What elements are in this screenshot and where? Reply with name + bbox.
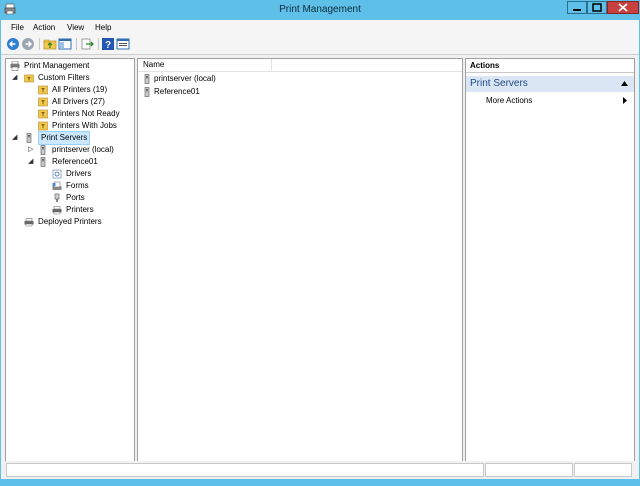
list-item-label: Reference01: [154, 87, 200, 96]
tree-label: Custom Filters: [38, 73, 90, 82]
server-icon: [40, 157, 46, 167]
filter-icon: [38, 109, 48, 119]
menu-file[interactable]: File: [11, 23, 24, 32]
collapse-up-icon[interactable]: [621, 81, 628, 86]
server-icon: [144, 87, 150, 97]
tree-label: Reference01: [52, 157, 98, 166]
server-icon: [144, 74, 150, 84]
column-header-name[interactable]: Name: [138, 59, 272, 71]
ports-icon: [54, 193, 60, 202]
window-title: Print Management: [279, 4, 361, 15]
back-icon[interactable]: [6, 37, 20, 51]
maximize-button[interactable]: [587, 1, 607, 14]
tree-label-selected: Print Servers: [38, 131, 91, 145]
menu-bar: File Action View Help: [1, 20, 639, 34]
properties-icon[interactable]: [116, 37, 130, 51]
collapse-arrow-icon[interactable]: ◢: [12, 132, 17, 144]
tree-label: Drivers: [66, 169, 92, 178]
svg-text:?: ?: [105, 40, 111, 51]
status-cell: [574, 463, 632, 477]
show-hide-tree-icon[interactable]: [58, 37, 72, 51]
drivers-icon: [52, 169, 62, 179]
status-cell: [485, 463, 573, 477]
results-list: Name printserver (local) Reference01: [137, 58, 463, 462]
export-list-icon[interactable]: [80, 37, 94, 51]
server-icon: [26, 133, 32, 143]
forms-icon: [52, 181, 62, 190]
collapse-arrow-icon[interactable]: ◢: [12, 72, 17, 84]
more-actions-label: More Actions: [486, 96, 533, 105]
close-icon: [618, 3, 628, 12]
actions-title: Actions: [466, 59, 634, 73]
menu-help[interactable]: Help: [95, 23, 111, 32]
toolbar-separator: [39, 38, 40, 50]
window-frame-bottom: [0, 479, 640, 486]
menu-action[interactable]: Action: [33, 23, 55, 32]
more-actions-item[interactable]: More Actions: [466, 94, 634, 108]
toolbar-separator: [98, 38, 99, 50]
print-management-icon: [10, 61, 20, 71]
tree-item-print-servers[interactable]: ◢ Print Servers: [8, 131, 132, 145]
forward-icon[interactable]: [21, 37, 35, 51]
server-icon: [40, 145, 46, 155]
navigation-tree: Print Management ◢ Custom Filters All Pr…: [5, 58, 135, 462]
filter-icon: [38, 121, 48, 131]
status-bar: [1, 461, 639, 479]
minimize-button[interactable]: [567, 1, 587, 14]
printer-icon: [24, 218, 34, 227]
filter-icon: [38, 85, 48, 95]
tree-label: Print Management: [24, 61, 90, 70]
tree-label: Printers Not Ready: [52, 109, 120, 118]
tree-label: printserver (local): [52, 145, 114, 154]
minimize-icon: [573, 9, 581, 11]
printer-icon: [52, 206, 62, 215]
collapse-arrow-icon[interactable]: ◢: [28, 156, 33, 168]
menu-view[interactable]: View: [67, 23, 84, 32]
toolbar-separator: [76, 38, 77, 50]
help-icon[interactable]: ?: [101, 37, 115, 51]
tree-label: Printers: [66, 205, 94, 214]
actions-pane: Actions Print Servers More Actions: [465, 58, 635, 462]
print-management-window: Print Management File Action View Help ?…: [0, 0, 640, 486]
status-cell: [6, 463, 484, 477]
tree-label: Deployed Printers: [38, 217, 102, 226]
console-body: Print Management ◢ Custom Filters All Pr…: [1, 55, 639, 462]
tree-label: All Drivers (27): [52, 97, 105, 106]
tree-label: All Printers (19): [52, 85, 108, 94]
tree-label: Forms: [66, 181, 89, 190]
tree-label: Ports: [66, 193, 85, 202]
list-header: Name: [138, 59, 462, 72]
toolbar: ?: [1, 34, 639, 55]
maximize-icon: [592, 3, 602, 12]
filter-icon: [38, 97, 48, 107]
title-bar[interactable]: Print Management: [0, 0, 640, 20]
expand-arrow-icon[interactable]: ▷: [28, 144, 33, 156]
actions-group-print-servers[interactable]: Print Servers: [466, 76, 634, 92]
actions-group-label: Print Servers: [470, 78, 528, 89]
up-folder-icon[interactable]: [43, 37, 57, 51]
list-item-label: printserver (local): [154, 74, 216, 83]
close-button[interactable]: [607, 1, 639, 14]
submenu-arrow-icon: [623, 97, 627, 104]
filter-folder-icon: [24, 74, 34, 83]
